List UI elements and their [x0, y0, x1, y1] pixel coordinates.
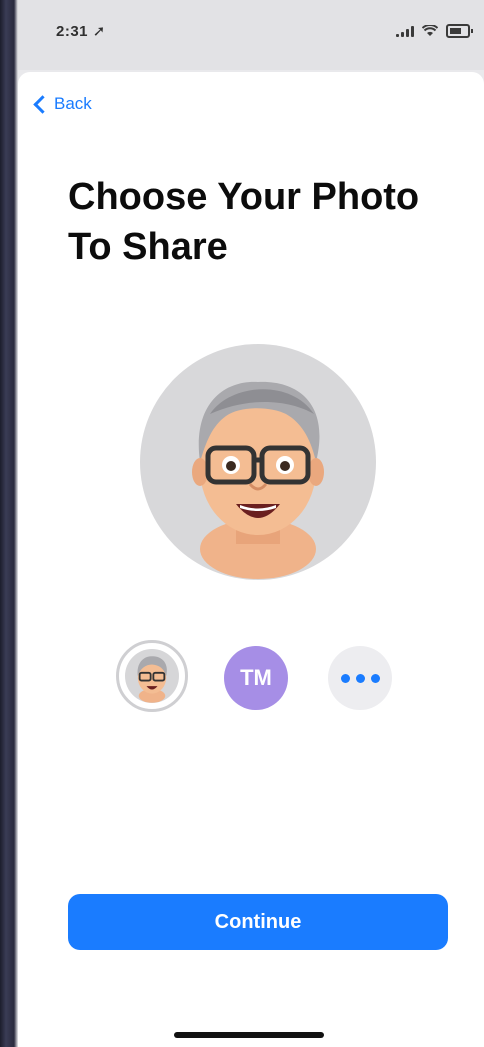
option-more[interactable] — [328, 646, 392, 710]
signal-icon — [396, 25, 414, 37]
memoji-avatar-icon — [192, 381, 324, 579]
page-title: Choose Your Photo To Share — [68, 176, 420, 268]
option-initials[interactable]: TM — [224, 646, 288, 710]
initials-text: TM — [240, 665, 272, 690]
phone-screen: 2:31 ➚ Back Choose Your Photo To Share T… — [0, 0, 484, 1047]
status-bar: 2:31 ➚ — [18, 0, 484, 70]
wifi-icon — [422, 25, 438, 36]
more-dot-icon — [340, 673, 350, 683]
back-button[interactable]: Back — [32, 94, 92, 114]
option-memoji[interactable] — [116, 640, 188, 712]
continue-button[interactable]: Continue — [68, 894, 448, 950]
memoji-thumbnail — [125, 649, 179, 703]
back-label: Back — [54, 94, 92, 113]
memoji-thumb-icon — [137, 656, 167, 703]
home-indicator — [174, 1032, 324, 1038]
share-photo-sheet: Back Choose Your Photo To Share TM Conti… — [18, 72, 484, 1047]
photo-options: TM — [114, 638, 404, 718]
more-dot-icon — [370, 673, 380, 683]
battery-icon — [446, 24, 473, 38]
status-time: 2:31 ➚ — [56, 23, 106, 40]
chevron-left-icon — [33, 94, 52, 114]
more-dot-icon — [355, 673, 365, 683]
status-icons — [396, 24, 473, 38]
selected-photo-preview — [140, 344, 376, 580]
